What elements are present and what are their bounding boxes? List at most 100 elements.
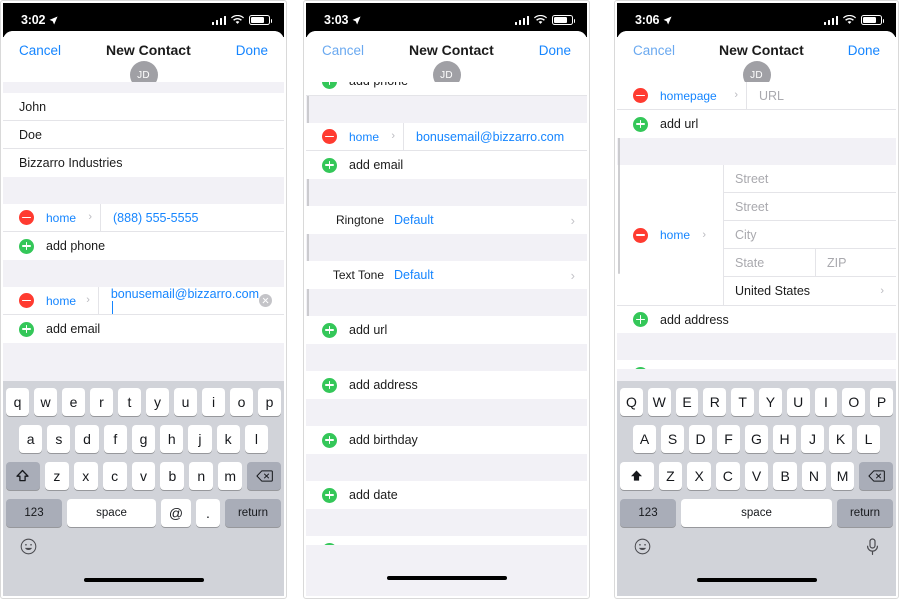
numbers-key[interactable]: 123 [620,499,676,527]
state-field[interactable]: State [724,249,816,276]
add-phone-icon[interactable] [322,82,337,89]
key-j[interactable]: j [188,425,212,453]
key-d[interactable]: d [75,425,99,453]
key-a[interactable]: A [633,425,656,453]
contact-form-list[interactable]: John Doe Bizzarro Industries home › (888… [3,82,284,381]
add-date-row[interactable]: add date [306,481,587,509]
url-input[interactable]: URL [759,89,896,103]
numbers-key[interactable]: 123 [6,499,62,527]
key-c[interactable]: c [102,462,127,490]
email-label-button[interactable]: home › [46,294,98,308]
period-key[interactable]: . [196,499,220,527]
phone-label-button[interactable]: home › [46,211,100,225]
return-key[interactable]: return [225,499,281,527]
shift-key[interactable] [620,462,654,490]
phone-row[interactable]: home › (888) 555-5555 [3,204,284,232]
address-label-button[interactable]: home › [660,228,714,242]
key-s[interactable]: S [661,425,684,453]
url-label-button[interactable]: homepage › [660,89,746,103]
done-button[interactable]: Done [848,43,880,58]
key-k[interactable]: k [216,425,240,453]
key-u[interactable]: U [786,388,810,416]
street2-field[interactable]: Street [724,193,896,221]
emoji-key[interactable] [20,538,37,559]
add-birthday-icon[interactable] [322,432,337,448]
delete-key[interactable] [247,462,281,490]
shift-key[interactable] [6,462,40,490]
key-n[interactable]: N [802,462,826,490]
country-field[interactable]: United States › [724,277,896,305]
key-q[interactable]: Q [620,388,643,416]
key-e[interactable]: e [62,388,85,416]
text-tone-row[interactable]: Text Tone Default › [306,261,587,289]
zip-field[interactable]: ZIP [816,249,846,276]
key-v[interactable]: V [744,462,769,490]
key-x[interactable]: X [687,462,711,490]
add-url-row[interactable]: add url [306,316,587,344]
key-f[interactable]: F [717,425,740,453]
key-p[interactable]: p [258,388,281,416]
home-indicator[interactable] [386,576,507,580]
key-j[interactable]: J [801,425,824,453]
space-key[interactable]: space [67,499,156,527]
contact-form-list[interactable]: add phone home › bonusemail@bizza [306,82,587,596]
cancel-button[interactable]: Cancel [322,43,364,58]
key-m[interactable]: M [830,462,855,490]
key-b[interactable]: b [160,462,185,490]
key-u[interactable]: u [174,388,197,416]
key-r[interactable]: r [90,388,113,416]
key-s[interactable]: s [47,425,71,453]
add-url-row[interactable]: add url [617,110,896,138]
company-field[interactable]: Bizzarro Industries [3,149,284,177]
email-row[interactable]: home › bonusemail@bizzarro.com [306,123,587,151]
remove-url-icon[interactable] [633,88,648,103]
add-address-row[interactable]: add address [617,305,896,333]
add-phone-row-partial[interactable]: add phone [306,82,587,96]
add-url-icon[interactable] [322,322,337,338]
last-name-field[interactable]: Doe [3,121,284,149]
cancel-button[interactable]: Cancel [19,43,61,58]
delete-key[interactable] [859,462,893,490]
add-field-icon[interactable] [322,542,337,545]
first-name-field[interactable]: John [3,93,284,121]
remove-email-icon[interactable] [19,293,34,308]
next-row-partial[interactable] [617,360,896,369]
street1-field[interactable]: Street [724,165,896,193]
home-indicator[interactable] [83,578,204,582]
done-button[interactable]: Done [236,43,268,58]
space-key[interactable]: space [681,499,832,527]
city-field[interactable]: City [724,221,896,249]
key-w[interactable]: W [647,388,671,416]
emoji-key[interactable] [634,538,651,559]
add-email-row[interactable]: add email [306,151,587,179]
add-email-icon[interactable] [19,321,34,337]
add-birthday-row[interactable]: add birthday [306,426,587,454]
key-i[interactable]: i [202,388,225,416]
key-h[interactable]: h [160,425,184,453]
phone-value[interactable]: (888) 555-5555 [113,211,284,225]
key-i[interactable]: I [814,388,838,416]
cancel-button[interactable]: Cancel [633,43,675,58]
key-e[interactable]: E [675,388,699,416]
key-z[interactable]: Z [658,462,683,490]
onscreen-keyboard[interactable]: Q W E R T Y U I O P A S D F G H J K L Z … [617,381,896,596]
next-row-partial[interactable] [306,536,587,545]
add-field-icon[interactable] [633,366,648,369]
key-p[interactable]: P [870,388,893,416]
done-button[interactable]: Done [539,43,571,58]
key-l[interactable]: l [244,425,268,453]
url-row[interactable]: homepage › URL [617,82,896,110]
email-label-button[interactable]: home › [349,130,403,144]
key-q[interactable]: q [6,388,29,416]
key-t[interactable]: t [118,388,141,416]
key-n[interactable]: n [189,462,214,490]
key-c[interactable]: C [715,462,740,490]
remove-email-icon[interactable] [322,129,337,144]
add-url-icon[interactable] [633,116,648,132]
add-email-row[interactable]: add email [3,315,284,343]
email-input[interactable]: bonusemail@bizzarro.com [111,287,259,315]
ringtone-row[interactable]: Ringtone Default › [306,206,587,234]
add-date-icon[interactable] [322,487,337,503]
key-g[interactable]: G [745,425,768,453]
key-o[interactable]: O [842,388,866,416]
